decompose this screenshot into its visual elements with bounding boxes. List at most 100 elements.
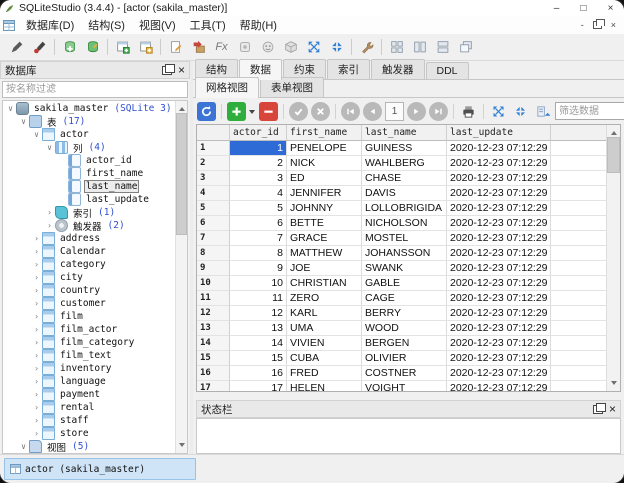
table-cell[interactable]: GUINESS [362, 141, 447, 156]
close-panel-icon[interactable]: × [178, 65, 185, 75]
table-cell[interactable]: 11 [230, 291, 287, 306]
tree-scroll-thumb[interactable] [176, 113, 187, 235]
tab-triggers[interactable]: 触发器 [371, 59, 425, 79]
row-number[interactable]: 7 [197, 231, 230, 246]
table-cell[interactable]: 17 [230, 381, 287, 391]
table-cell[interactable]: KARL [287, 306, 362, 321]
table-cell[interactable]: 2020-12-23 07:12:29 [447, 336, 551, 351]
row-number[interactable]: 8 [197, 246, 230, 261]
mdi-tile-grid-icon[interactable] [385, 36, 408, 58]
row-number[interactable]: 16 [197, 366, 230, 381]
menu-tools[interactable]: 工具(T) [183, 15, 233, 35]
tree-item-last-name[interactable]: last_name [3, 180, 176, 193]
expand-arrow-icon[interactable]: › [44, 208, 55, 217]
expand-arrow-icon[interactable]: › [31, 247, 42, 256]
table-cell[interactable]: HELEN [287, 381, 362, 391]
table-cell[interactable]: UMA [287, 321, 362, 336]
table-cell[interactable]: BERGEN [362, 336, 447, 351]
table-cell[interactable]: 2020-12-23 07:12:29 [447, 291, 551, 306]
table-cell[interactable]: 14 [230, 336, 287, 351]
tree-item-language[interactable]: ›language [3, 375, 176, 388]
menu-structure[interactable]: 结构(S) [81, 15, 132, 35]
last-page-button[interactable] [429, 102, 448, 121]
row-number[interactable]: 1 [197, 141, 230, 156]
row-number[interactable]: 3 [197, 171, 230, 186]
tree-filter-input[interactable] [2, 81, 188, 98]
function-editor-icon[interactable]: Fx [210, 36, 233, 58]
table-cell[interactable]: 2020-12-23 07:12:29 [447, 306, 551, 321]
tree-item-film-category[interactable]: ›film_category [3, 336, 176, 349]
insert-row-button[interactable] [227, 102, 246, 121]
table-cell[interactable]: WOOD [362, 321, 447, 336]
table-cell[interactable]: BERRY [362, 306, 447, 321]
expand-arrow-icon[interactable]: › [31, 390, 42, 399]
tree-item-inventory[interactable]: ›inventory [3, 362, 176, 375]
table-cell[interactable]: 2020-12-23 07:12:29 [447, 171, 551, 186]
tab-structure[interactable]: 结构 [195, 59, 238, 79]
row-number[interactable]: 17 [197, 381, 230, 391]
table-cell[interactable]: 2020-12-23 07:12:29 [447, 216, 551, 231]
table-cell[interactable]: 2020-12-23 07:12:29 [447, 141, 551, 156]
mdi-child-table-icon[interactable] [3, 20, 15, 31]
tree-item-calendar[interactable]: ›Calendar [3, 245, 176, 258]
tree-item-address[interactable]: ›address [3, 232, 176, 245]
mdi-restore-button[interactable] [593, 21, 602, 29]
table-cell[interactable]: 3 [230, 171, 287, 186]
table-cell[interactable]: COSTNER [362, 366, 447, 381]
expand-arrow-icon[interactable]: › [31, 299, 42, 308]
tree-item-actor[interactable]: ∨actor [3, 128, 176, 141]
delete-row-button[interactable] [259, 102, 278, 121]
refresh-button[interactable] [197, 102, 216, 121]
table-cell[interactable]: MATTHEW [287, 246, 362, 261]
tree-item-film-text[interactable]: ›film_text [3, 349, 176, 362]
table-cell[interactable]: PENELOPE [287, 141, 362, 156]
extension-cube-icon[interactable] [279, 36, 302, 58]
expand-arrow-icon[interactable]: › [31, 338, 42, 347]
tab-constraints[interactable]: 约束 [283, 59, 326, 79]
page-number-indicator[interactable]: 1 [385, 102, 404, 121]
scroll-up-icon[interactable] [179, 104, 185, 111]
tree-item-last-update[interactable]: last_update [3, 193, 176, 206]
tree-item-columns[interactable]: ∨列(4) [3, 141, 176, 154]
expand-arrow-icon[interactable]: › [31, 286, 42, 295]
expand-arrow-icon[interactable]: › [44, 221, 55, 230]
tree-item-store[interactable]: ›store [3, 427, 176, 440]
rollback-button[interactable] [311, 102, 330, 121]
row-number[interactable]: 11 [197, 291, 230, 306]
close-button[interactable]: × [597, 0, 624, 16]
import-icon[interactable] [187, 36, 210, 58]
expand-arrow-icon[interactable]: › [31, 416, 42, 425]
commit-button[interactable] [289, 102, 308, 121]
expand-arrow-icon[interactable]: › [31, 364, 42, 373]
sort-dialog-button[interactable] [533, 102, 552, 121]
table-cell[interactable]: 13 [230, 321, 287, 336]
print-button[interactable] [459, 102, 478, 121]
table-cell[interactable]: 2020-12-23 07:12:29 [447, 231, 551, 246]
tree-item-rental[interactable]: ›rental [3, 401, 176, 414]
table-cell[interactable]: 1 [230, 141, 287, 156]
tree-item-triggers[interactable]: ›触发器(2) [3, 219, 176, 232]
expand-arrow-icon[interactable]: ∨ [31, 130, 42, 139]
table-cell[interactable]: CHASE [362, 171, 447, 186]
configuration-wrench-icon[interactable] [355, 36, 378, 58]
table-cell[interactable]: MOSTEL [362, 231, 447, 246]
table-cell[interactable]: WAHLBERG [362, 156, 447, 171]
table-cell[interactable]: 2020-12-23 07:12:29 [447, 351, 551, 366]
next-page-button[interactable] [407, 102, 426, 121]
tree-item-staff[interactable]: ›staff [3, 414, 176, 427]
table-cell[interactable]: JOE [287, 261, 362, 276]
scroll-down-icon[interactable] [179, 443, 185, 450]
menu-view[interactable]: 视图(V) [132, 15, 183, 35]
tree-item-film-actor[interactable]: ›film_actor [3, 323, 176, 336]
tree-item-category[interactable]: ›category [3, 258, 176, 271]
table-cell[interactable]: 15 [230, 351, 287, 366]
status-splitter[interactable] [193, 392, 624, 400]
table-cell[interactable]: 8 [230, 246, 287, 261]
float-panel-icon[interactable] [593, 405, 603, 414]
mdi-tile-columns-icon[interactable] [408, 36, 431, 58]
new-grid-window-icon[interactable] [111, 36, 134, 58]
tree-item-sakila-master[interactable]: ∨sakila_master(SQLite 3) [3, 102, 176, 115]
tree-item-actor-id[interactable]: actor_id [3, 154, 176, 167]
table-cell[interactable]: 5 [230, 201, 287, 216]
plugin-square-icon[interactable] [233, 36, 256, 58]
